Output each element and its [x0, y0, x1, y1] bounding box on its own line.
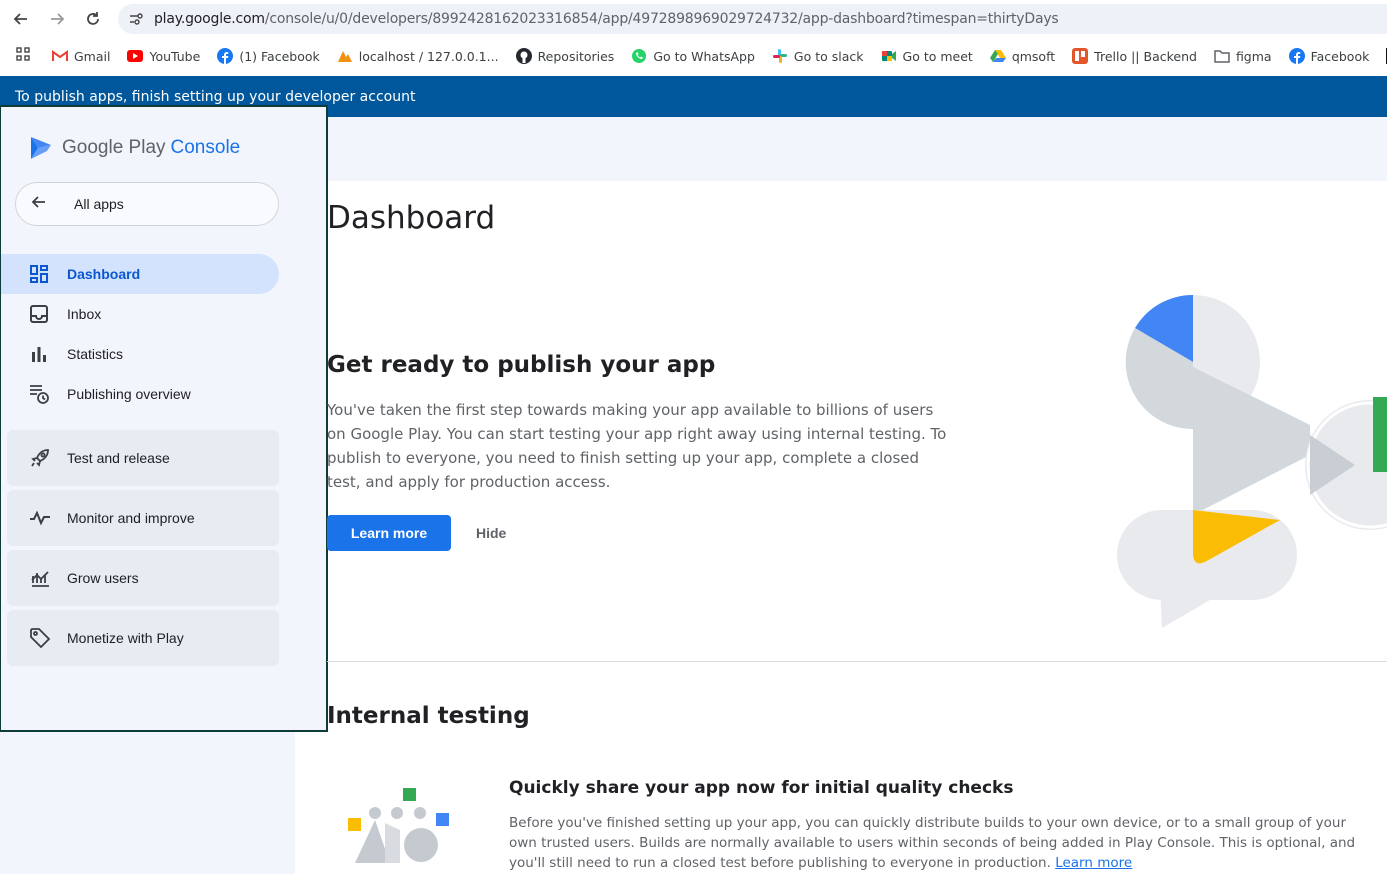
sidebar: Google Play Console All apps Dashboard I…: [0, 105, 328, 732]
section-label: Monitor and improve: [67, 510, 195, 526]
internal-testing-body: Before you've finished setting up your a…: [509, 813, 1369, 873]
folder-icon: [1214, 48, 1230, 64]
rocket-icon: [7, 447, 67, 469]
site-settings-icon[interactable]: [118, 11, 154, 27]
whatsapp-icon: [631, 48, 647, 64]
url-text: play.google.com/console/u/0/developers/8…: [154, 11, 1059, 27]
publish-illustration: [1110, 285, 1387, 640]
browser-toolbar: play.google.com/console/u/0/developers/8…: [0, 0, 1387, 38]
forward-arrow-icon: [51, 13, 65, 25]
section-label: Grow users: [67, 570, 139, 586]
reload-button[interactable]: [82, 8, 104, 30]
nav-label: Publishing overview: [67, 386, 191, 402]
internal-testing-heading: Internal testing: [327, 703, 530, 729]
tag-icon: [7, 627, 67, 649]
all-apps-button[interactable]: All apps: [15, 182, 279, 226]
bookmark-item[interactable]: Facebook: [1288, 48, 1370, 64]
bookmark-item[interactable]: Go to WhatsApp: [631, 48, 755, 64]
publish-card-body: You've taken the first step towards maki…: [327, 401, 947, 491]
facebook-icon: [217, 48, 234, 64]
bookmark-list: Gmail YouTube (1) Facebook localhost / 127.…: [52, 48, 1387, 64]
bookmark-item[interactable]: YouTube: [127, 48, 200, 64]
nav-label: Inbox: [67, 306, 102, 322]
internal-testing-subheading: Quickly share your app now for initial q…: [509, 778, 1014, 798]
bookmark-item[interactable]: qmsoft: [989, 48, 1056, 64]
bar-chart-icon: [1, 344, 67, 364]
bookmark-label: Go to meet: [902, 48, 973, 64]
bookmark-label: Trello || Backend: [1094, 48, 1197, 64]
section-monetize-with-play[interactable]: Monetize with Play: [7, 610, 279, 666]
slack-icon: [772, 48, 788, 64]
nav-item-dashboard[interactable]: Dashboard: [1, 254, 279, 294]
nav-item-publishing-overview[interactable]: Publishing overview: [1, 374, 279, 414]
vitals-icon: [7, 507, 67, 529]
bookmark-item[interactable]: figma: [1214, 48, 1272, 64]
bookmarks-bar: Gmail YouTube (1) Facebook localhost / 127.…: [0, 38, 1387, 74]
hide-button[interactable]: Hide: [470, 515, 512, 551]
bookmark-item[interactable]: Gmail: [52, 48, 110, 64]
play-console-logo[interactable]: Google Play Console: [28, 135, 240, 161]
dashboard-icon: [1, 264, 67, 284]
bookmark-item[interactable]: Trello || Backend: [1072, 48, 1197, 64]
gmail-icon: [52, 48, 68, 64]
nav-label: Dashboard: [67, 266, 141, 282]
nav-item-statistics[interactable]: Statistics: [1, 334, 279, 374]
publishing-overview-icon: [1, 383, 67, 405]
internal-testing-illustration: [345, 785, 455, 875]
bookmark-label: YouTube: [149, 48, 201, 64]
bookmark-label: Facebook: [1310, 48, 1370, 64]
back-arrow-icon: [16, 194, 62, 215]
apps-grid-icon[interactable]: [16, 46, 30, 66]
section-label: Monetize with Play: [67, 630, 184, 646]
bookmark-label: Gmail: [74, 48, 111, 64]
trello-icon: [1072, 48, 1089, 64]
facebook-icon: [1288, 48, 1305, 64]
bookmark-item[interactable]: Go to slack: [772, 48, 864, 64]
bookmark-label: (1) Facebook: [239, 48, 320, 64]
back-arrow-icon: [13, 13, 27, 25]
internal-testing-learn-more-link[interactable]: Learn more: [1055, 855, 1132, 871]
logo-console: Console: [170, 137, 241, 158]
section-grow-users[interactable]: Grow users: [7, 550, 279, 606]
inbox-icon: [1, 304, 67, 324]
github-icon: [515, 48, 532, 64]
bookmark-item[interactable]: Go to meet: [881, 48, 973, 64]
learn-more-button[interactable]: Learn more: [327, 515, 451, 551]
bookmark-label: Repositories: [537, 48, 615, 64]
logo-brand: Google Play: [62, 137, 166, 158]
bookmark-label: Go to WhatsApp: [653, 48, 755, 64]
page-title: Dashboard: [327, 200, 496, 236]
bookmark-item[interactable]: (1) Facebook: [217, 48, 320, 64]
section-label: Test and release: [67, 450, 170, 466]
address-bar[interactable]: play.google.com/console/u/0/developers/8…: [118, 4, 1387, 34]
drive-icon: [989, 48, 1006, 64]
nav-item-inbox[interactable]: Inbox: [1, 294, 279, 334]
youtube-icon: [127, 48, 144, 64]
meet-icon: [881, 48, 897, 64]
bookmark-item[interactable]: localhost / 127.0.0.1...: [337, 48, 499, 64]
bookmark-label: localhost / 127.0.0.1...: [358, 48, 499, 64]
grow-icon: [7, 567, 67, 589]
phpmyadmin-icon: [337, 48, 353, 64]
play-console-logo-icon: [31, 137, 51, 159]
bookmark-item[interactable]: Repositories: [515, 48, 615, 64]
nav-label: Statistics: [67, 346, 124, 362]
bookmark-label: Go to slack: [793, 48, 864, 64]
forward-button[interactable]: [46, 8, 68, 30]
url-host: play.google.com: [154, 11, 265, 27]
back-button[interactable]: [10, 8, 32, 30]
bookmark-label: qmsoft: [1011, 48, 1056, 64]
banner-text: To publish apps, finish setting up your …: [15, 88, 416, 105]
section-monitor-and-improve[interactable]: Monitor and improve: [7, 490, 279, 546]
publish-card-heading: Get ready to publish your app: [327, 352, 716, 378]
all-apps-label: All apps: [74, 196, 124, 212]
section-test-and-release[interactable]: Test and release: [7, 430, 279, 486]
section-divider: [327, 661, 1387, 662]
reload-icon: [87, 12, 99, 25]
url-path: /console/u/0/developers/8992428162023316…: [264, 11, 1059, 27]
internal-testing-body-text: Before you've finished setting up your a…: [509, 815, 1356, 871]
bookmark-label: figma: [1235, 48, 1272, 64]
